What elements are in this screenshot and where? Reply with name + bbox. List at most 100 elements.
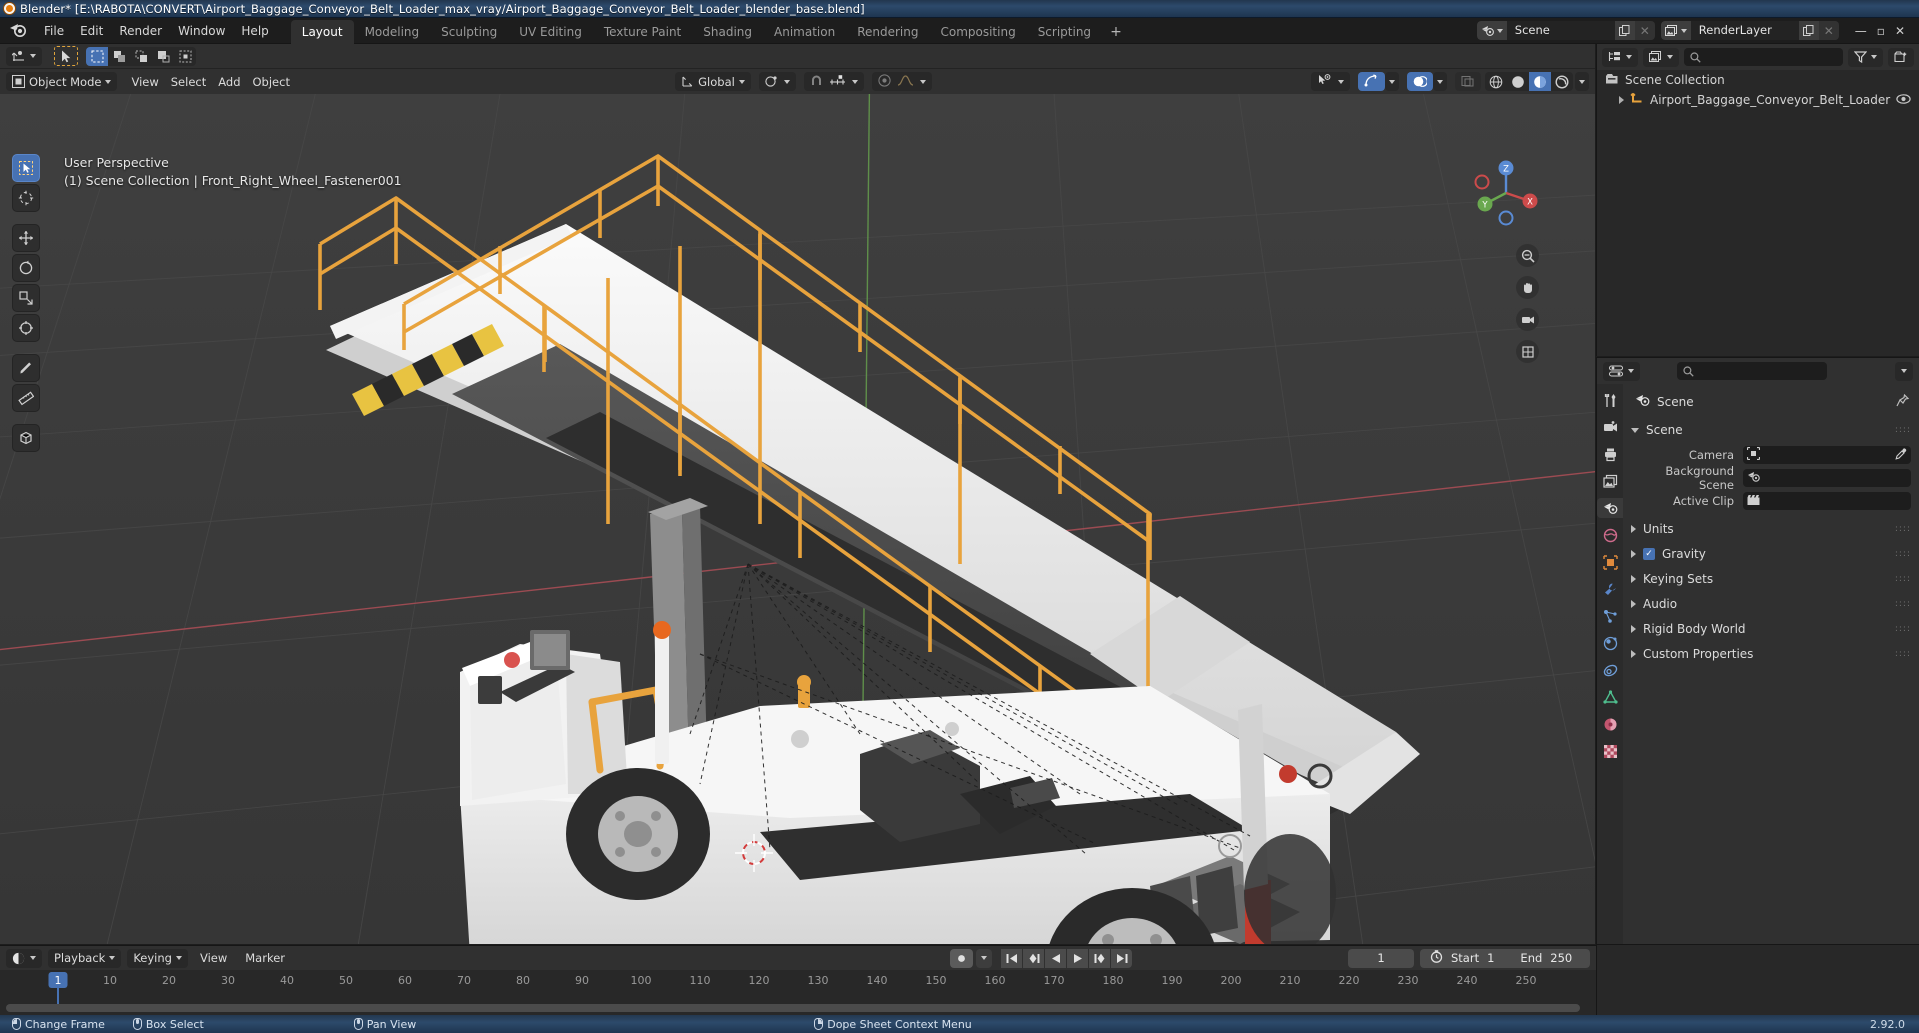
viewport-menu-object[interactable]: Object [247,72,296,91]
jump-to-prev-keyframe-button[interactable] [1023,948,1044,968]
menu-help[interactable]: Help [233,22,276,40]
scene-icon[interactable] [1476,21,1507,40]
play-reverse-button[interactable] [1045,948,1066,968]
menu-file[interactable]: File [36,22,72,40]
workspace-tab-sculpting[interactable]: Sculpting [430,20,508,44]
select-invert-icon[interactable] [152,46,174,66]
tool-rotate-icon[interactable] [12,254,40,282]
expand-chevron-icon[interactable] [1619,96,1624,104]
properties-options-button[interactable] [1895,361,1913,381]
tool-add-cube-icon[interactable] [12,424,40,452]
snapping-group[interactable] [803,72,864,91]
timeline-menu-playback[interactable]: Playback [48,948,122,968]
snap-target-icon[interactable] [829,74,846,90]
select-intersect-icon[interactable] [174,46,196,66]
world-icon[interactable] [1600,525,1620,545]
auto-keying-toggle[interactable] [950,948,973,968]
panel-header-scene[interactable]: Scene :::: [1631,419,1911,441]
workspace-tab-layout[interactable]: Layout [290,19,354,44]
viewport-menu-select[interactable]: Select [165,72,212,91]
falloff-curve-icon[interactable] [897,74,914,90]
tool-annotate-icon[interactable] [12,354,40,382]
viewlayer-selector[interactable]: RenderLayer ✕ [1660,21,1839,40]
tool-icon[interactable] [1600,390,1620,410]
active-clip-field[interactable] [1743,492,1911,510]
outliner-filter-button[interactable] [1848,47,1883,67]
timeline-editor-type-button[interactable] [6,948,42,968]
tool-tweak-icon[interactable] [12,154,40,182]
workspace-tab-uv-editing[interactable]: UV Editing [508,20,593,44]
timeline-horizontal-scrollbar[interactable] [6,1004,1580,1012]
properties-editor-type-button[interactable] [1603,361,1640,381]
gravity-checkbox[interactable]: ✓ [1643,548,1655,560]
panel-header-audio[interactable]: Audio :::: [1631,593,1911,615]
current-frame-field[interactable]: 1 [1348,948,1414,968]
menu-edit[interactable]: Edit [72,22,111,40]
shading-solid-icon[interactable] [1507,72,1529,91]
minimize-button[interactable]: — [1855,24,1867,38]
outliner-row-scene-collection[interactable]: Scene Collection [1597,70,1919,90]
overlays-toggle[interactable] [1407,72,1433,91]
select-extend-icon[interactable] [108,46,130,66]
frame-range-field[interactable]: Start 1 End 250 [1420,948,1590,968]
constraint-icon[interactable] [1600,660,1620,680]
panel-header-rigid-body-world[interactable]: Rigid Body World :::: [1631,618,1911,640]
add-workspace-button[interactable]: + [1102,20,1130,44]
tool-measure-icon[interactable] [12,384,40,412]
workspace-tab-compositing[interactable]: Compositing [929,20,1026,44]
new-scene-button[interactable] [1614,21,1635,40]
navigation-gizmo[interactable]: Z X Y [1467,154,1545,232]
workspace-tab-scripting[interactable]: Scripting [1027,20,1102,44]
proportional-editing-group[interactable] [871,72,932,91]
jump-to-start-button[interactable] [1001,948,1022,968]
menu-render[interactable]: Render [111,22,170,40]
gizmo-dropdown[interactable] [1385,72,1399,91]
viewlayer-icon[interactable] [1600,471,1620,491]
auto-keying-dropdown[interactable] [976,948,992,968]
blender-logo-icon[interactable] [8,22,30,40]
overlays-dropdown[interactable] [1433,72,1447,91]
outliner-search-input[interactable] [1684,48,1843,66]
gizmo-icon[interactable] [1364,73,1379,90]
outliner-row-airport-baggage-conveyor-belt-loader[interactable]: Airport_Baggage_Conveyor_Belt_Loader [1597,90,1919,110]
pin-icon[interactable] [1896,393,1910,410]
viewlayer-icon[interactable] [1660,21,1691,40]
unlink-scene-button[interactable]: ✕ [1634,21,1655,40]
outliner-new-collection-button[interactable] [1888,47,1914,67]
viewport-menu-add[interactable]: Add [212,72,246,91]
close-window-button[interactable]: ✕ [1895,24,1905,38]
menu-window[interactable]: Window [170,22,233,40]
viewport-visibility-selector[interactable] [1311,72,1350,91]
visibility-eye-icon[interactable] [1896,93,1919,108]
workspace-tab-rendering[interactable]: Rendering [846,20,929,44]
shading-dropdown[interactable] [1575,72,1589,91]
object-mode-selector[interactable]: Object Mode [6,72,118,91]
pivot-point-selector[interactable] [758,72,796,91]
shading-rendered-icon[interactable] [1551,72,1573,91]
camera-view-icon[interactable] [1516,308,1539,331]
workspace-tab-shading[interactable]: Shading [692,20,763,44]
scene-selector[interactable]: Scene ✕ [1476,21,1655,40]
magnet-icon[interactable] [810,74,823,90]
proportional-edit-icon[interactable] [878,73,891,90]
scene-name[interactable]: Scene [1506,21,1615,40]
workspace-tab-modeling[interactable]: Modeling [354,20,431,44]
start-frame-value[interactable]: 1 [1487,951,1494,965]
tool-move-icon[interactable] [12,224,40,252]
panel-header-keying-sets[interactable]: Keying Sets :::: [1631,568,1911,590]
tool-scale-icon[interactable] [12,284,40,312]
timeline-menu-keying[interactable]: Keying [127,948,188,968]
jump-to-end-button[interactable] [1111,948,1132,968]
scene-icon[interactable] [1597,498,1623,518]
workspace-tab-texture-paint[interactable]: Texture Paint [593,20,692,44]
use-preview-range-icon[interactable] [1430,950,1443,966]
background-scene-field[interactable] [1743,469,1911,487]
jump-to-next-keyframe-button[interactable] [1089,948,1110,968]
play-button[interactable] [1067,948,1088,968]
output-icon[interactable] [1600,444,1620,464]
eyedropper-icon[interactable] [1895,447,1907,463]
physics-icon[interactable] [1600,633,1620,653]
current-frame-indicator[interactable]: 1 [48,972,68,988]
active-tool-cursor-icon[interactable] [54,46,78,66]
shading-material-preview-icon[interactable] [1529,72,1551,91]
